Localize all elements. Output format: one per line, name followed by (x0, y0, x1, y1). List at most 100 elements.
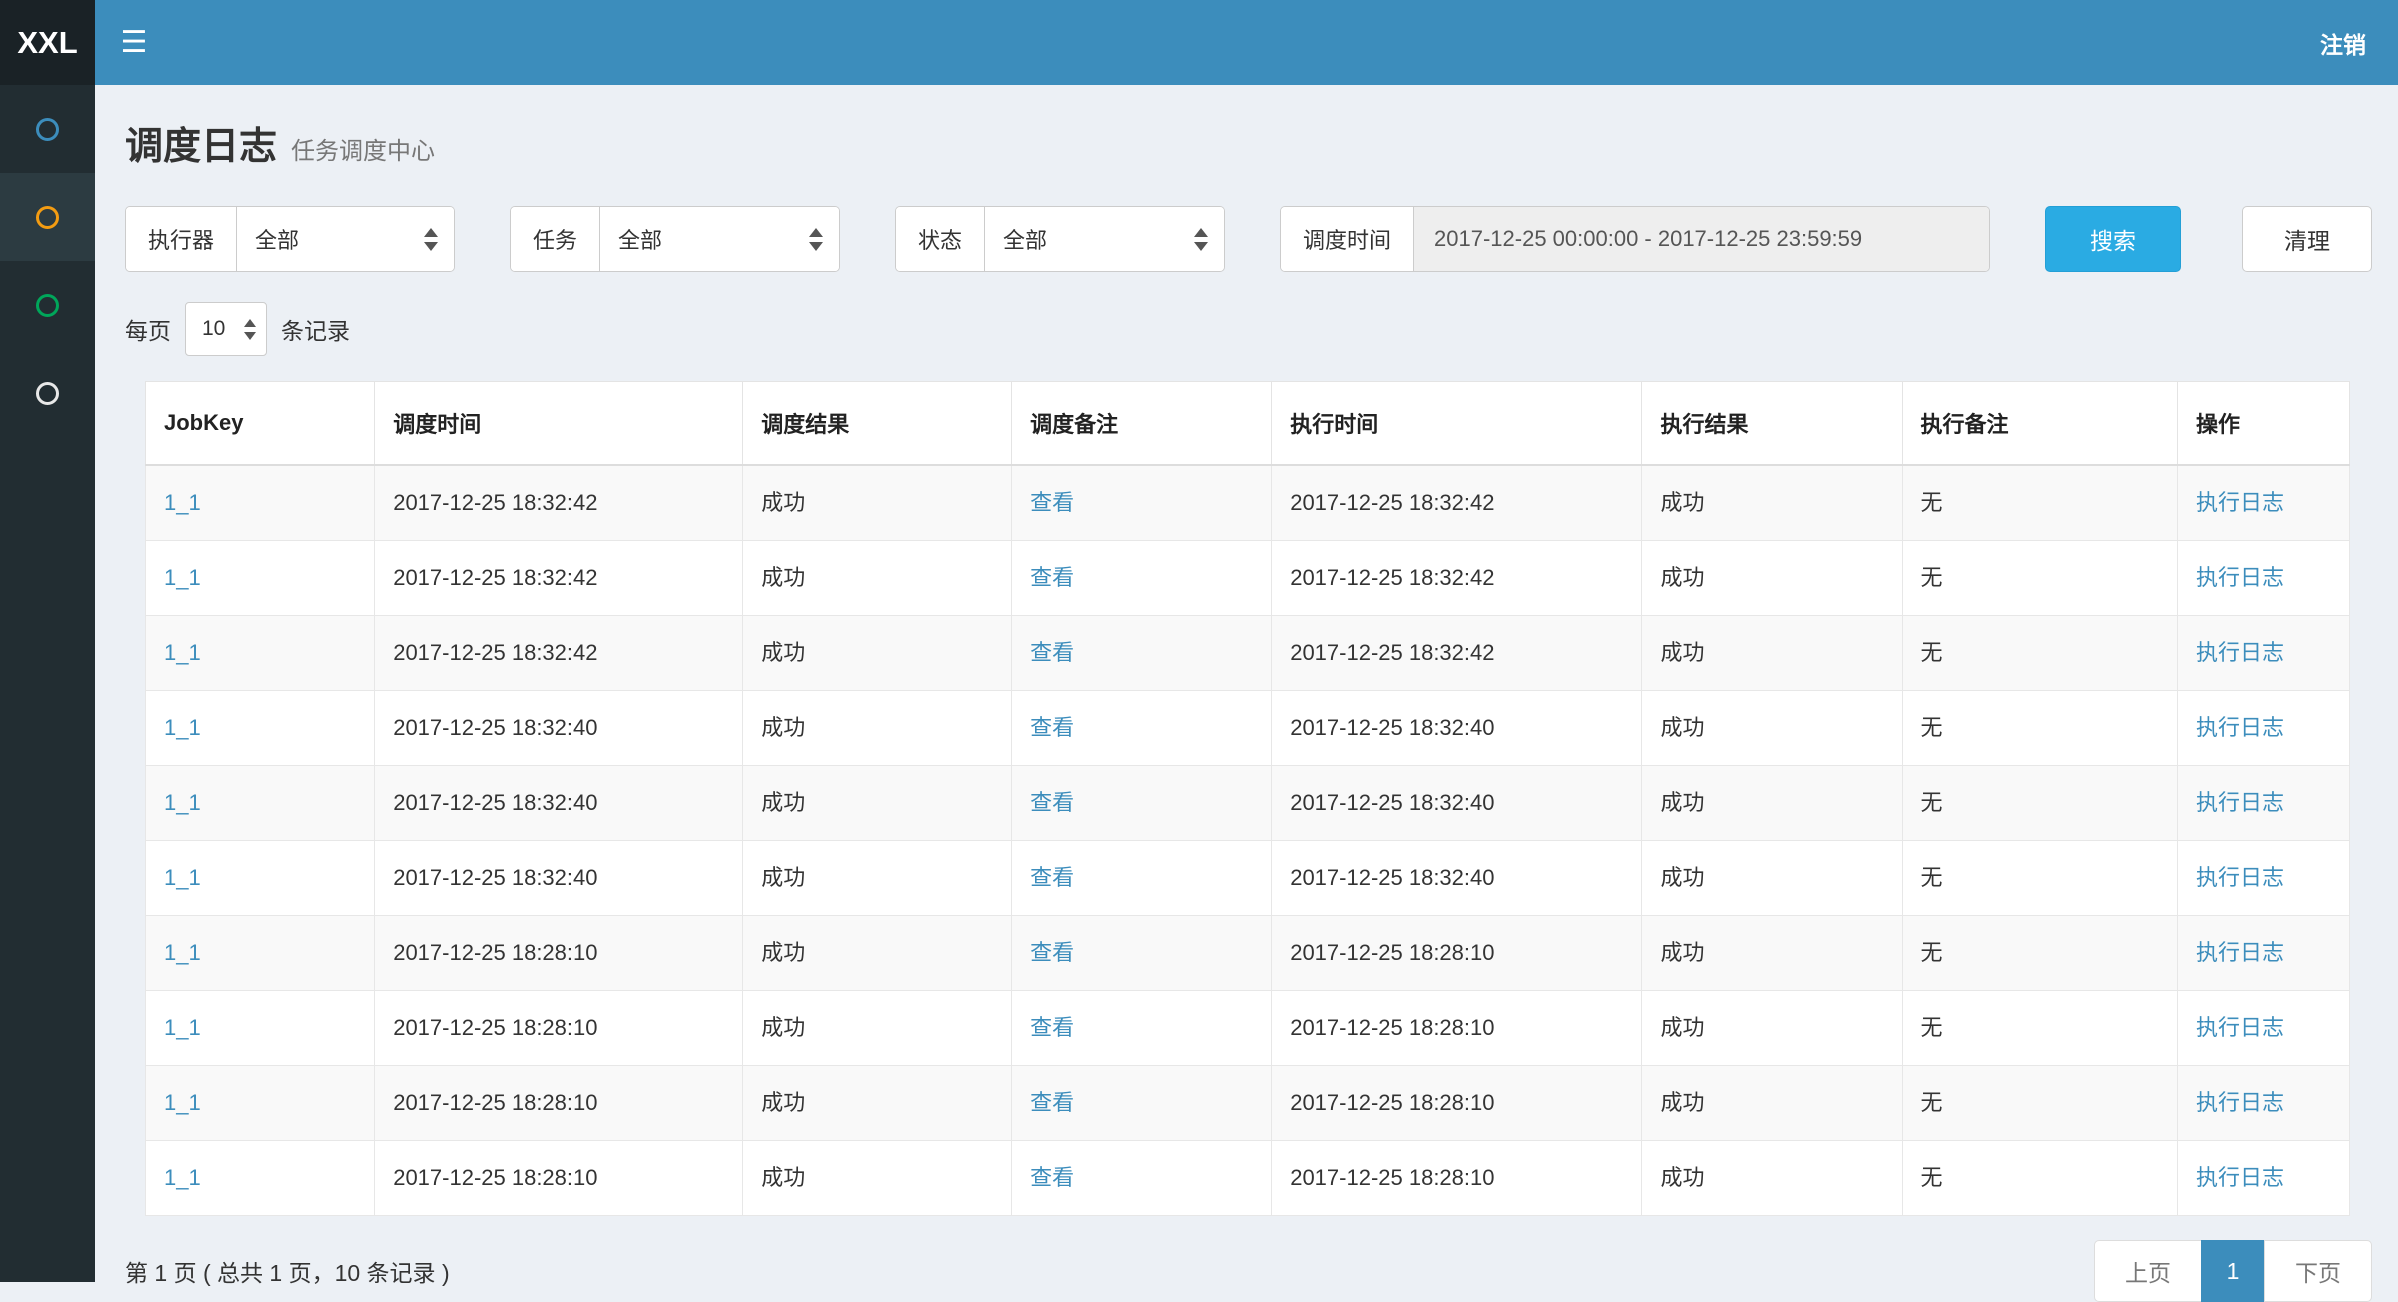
page-size-label-prefix: 每页 (125, 312, 171, 346)
trigger-time-cell: 2017-12-25 18:28:10 (375, 1066, 743, 1141)
execution-log-link[interactable]: 执行日志 (2196, 715, 2284, 740)
trigger-time-input[interactable] (1414, 207, 1989, 271)
jobkey-link[interactable]: 1_1 (164, 940, 201, 965)
trigger-time-cell: 2017-12-25 18:32:40 (375, 841, 743, 916)
trigger-msg-link[interactable]: 查看 (1030, 940, 1074, 965)
sidebar-item-1[interactable] (0, 85, 95, 173)
trigger-msg-link[interactable]: 查看 (1030, 715, 1074, 740)
trigger-result-cell: 成功 (743, 766, 1012, 841)
trigger-msg-link[interactable]: 查看 (1030, 490, 1074, 515)
trigger-time-cell: 2017-12-25 18:32:42 (375, 541, 743, 616)
jobkey-link[interactable]: 1_1 (164, 1090, 201, 1115)
column-header-7[interactable]: 执行备注 (1902, 382, 2178, 466)
execution-log-link[interactable]: 执行日志 (2196, 1015, 2284, 1040)
status-filter: 状态 全部 (895, 206, 1225, 272)
column-header-3[interactable]: 调度结果 (743, 382, 1012, 466)
column-header-1[interactable]: JobKey (146, 382, 375, 466)
execution-log-link[interactable]: 执行日志 (2196, 940, 2284, 965)
trigger-msg-link[interactable]: 查看 (1030, 1090, 1074, 1115)
execution-log-link[interactable]: 执行日志 (2196, 790, 2284, 815)
table-footer: 第 1 页 ( 总共 1 页，10 条记录 ) 上页 1 下页 (125, 1240, 2372, 1302)
column-header-8[interactable]: 操作 (2178, 382, 2350, 466)
handle-result-cell: 成功 (1642, 616, 1902, 691)
execution-log-link[interactable]: 执行日志 (2196, 865, 2284, 890)
handle-time-cell: 2017-12-25 18:32:40 (1272, 691, 1642, 766)
table-row: 1_12017-12-25 18:32:42成功查看2017-12-25 18:… (146, 541, 2350, 616)
sidebar-item-2[interactable] (0, 173, 95, 261)
job-select-value: 全部 (618, 223, 662, 255)
jobkey-link[interactable]: 1_1 (164, 715, 201, 740)
executor-select[interactable]: 全部 (237, 207, 454, 271)
handle-time-cell: 2017-12-25 18:28:10 (1272, 916, 1642, 991)
trigger-msg-link[interactable]: 查看 (1030, 1015, 1074, 1040)
prev-page-button[interactable]: 上页 (2094, 1240, 2202, 1302)
page-subtitle: 任务调度中心 (291, 131, 435, 166)
handle-msg-cell: 无 (1902, 766, 2178, 841)
clear-button[interactable]: 清理 (2242, 206, 2372, 272)
sidebar-item-3[interactable] (0, 261, 95, 349)
handle-result-cell: 成功 (1642, 1141, 1902, 1216)
jobkey-link[interactable]: 1_1 (164, 1165, 201, 1190)
handle-result-cell: 成功 (1642, 766, 1902, 841)
table-row: 1_12017-12-25 18:32:40成功查看2017-12-25 18:… (146, 841, 2350, 916)
trigger-result-cell: 成功 (743, 991, 1012, 1066)
handle-msg-cell: 无 (1902, 541, 2178, 616)
job-select[interactable]: 全部 (600, 207, 839, 271)
execution-log-link[interactable]: 执行日志 (2196, 565, 2284, 590)
circle-icon (36, 118, 59, 141)
trigger-msg-link[interactable]: 查看 (1030, 790, 1074, 815)
trigger-result-cell: 成功 (743, 1066, 1012, 1141)
jobkey-link[interactable]: 1_1 (164, 490, 201, 515)
table-row: 1_12017-12-25 18:32:42成功查看2017-12-25 18:… (146, 616, 2350, 691)
column-header-6[interactable]: 执行结果 (1642, 382, 1902, 466)
page-size-select[interactable]: 10 (185, 302, 267, 356)
search-button[interactable]: 搜索 (2045, 206, 2181, 272)
jobkey-cell: 1_1 (146, 465, 375, 541)
execution-log-link[interactable]: 执行日志 (2196, 1165, 2284, 1190)
handle-msg-cell: 无 (1902, 691, 2178, 766)
trigger-msg-link[interactable]: 查看 (1030, 640, 1074, 665)
next-page-button[interactable]: 下页 (2264, 1240, 2372, 1302)
handle-result-cell: 成功 (1642, 465, 1902, 541)
execution-log-cell: 执行日志 (2178, 541, 2350, 616)
handle-result-cell: 成功 (1642, 841, 1902, 916)
select-stepper-icon (424, 228, 438, 251)
top-navbar: XXL ☰ 注销 (0, 0, 2398, 85)
sidebar-toggle-button[interactable]: ☰ (95, 0, 173, 85)
log-table-container: JobKey调度时间调度结果调度备注执行时间执行结果执行备注操作 1_1 2017… (145, 381, 2350, 1216)
table-row: 1_12017-12-25 18:28:10成功查看2017-12-25 18:… (146, 1066, 2350, 1141)
handle-time-cell: 2017-12-25 18:32:42 (1272, 616, 1642, 691)
handle-time-cell: 2017-12-25 18:32:40 (1272, 841, 1642, 916)
logout-button[interactable]: 注销 (2288, 0, 2398, 85)
handle-msg-cell: 无 (1902, 616, 2178, 691)
jobkey-link[interactable]: 1_1 (164, 1015, 201, 1040)
jobkey-link[interactable]: 1_1 (164, 790, 201, 815)
pagination-info: 第 1 页 ( 总共 1 页，10 条记录 ) (125, 1254, 450, 1288)
jobkey-link[interactable]: 1_1 (164, 565, 201, 590)
execution-log-cell: 执行日志 (2178, 841, 2350, 916)
status-select-value: 全部 (1003, 223, 1047, 255)
trigger-msg-link[interactable]: 查看 (1030, 865, 1074, 890)
status-select[interactable]: 全部 (985, 207, 1224, 271)
trigger-msg-link[interactable]: 查看 (1030, 1165, 1074, 1190)
column-header-4[interactable]: 调度备注 (1012, 382, 1272, 466)
handle-msg-cell: 无 (1902, 991, 2178, 1066)
jobkey-link[interactable]: 1_1 (164, 865, 201, 890)
brand-logo[interactable]: XXL (0, 0, 95, 85)
trigger-msg-link[interactable]: 查看 (1030, 565, 1074, 590)
execution-log-link[interactable]: 执行日志 (2196, 640, 2284, 665)
handle-result-cell: 成功 (1642, 691, 1902, 766)
handle-time-cell: 2017-12-25 18:28:10 (1272, 991, 1642, 1066)
current-page-button[interactable]: 1 (2201, 1240, 2265, 1302)
execution-log-link[interactable]: 执行日志 (2196, 490, 2284, 515)
trigger-msg-cell: 查看 (1012, 541, 1272, 616)
column-header-2[interactable]: 调度时间 (375, 382, 743, 466)
select-stepper-icon (1194, 228, 1208, 251)
handle-time-cell: 2017-12-25 18:28:10 (1272, 1141, 1642, 1216)
jobkey-cell: 1_1 (146, 691, 375, 766)
sidebar-item-4[interactable] (0, 349, 95, 437)
jobkey-link[interactable]: 1_1 (164, 640, 201, 665)
trigger-result-cell: 成功 (743, 1141, 1012, 1216)
column-header-5[interactable]: 执行时间 (1272, 382, 1642, 466)
execution-log-link[interactable]: 执行日志 (2196, 1090, 2284, 1115)
